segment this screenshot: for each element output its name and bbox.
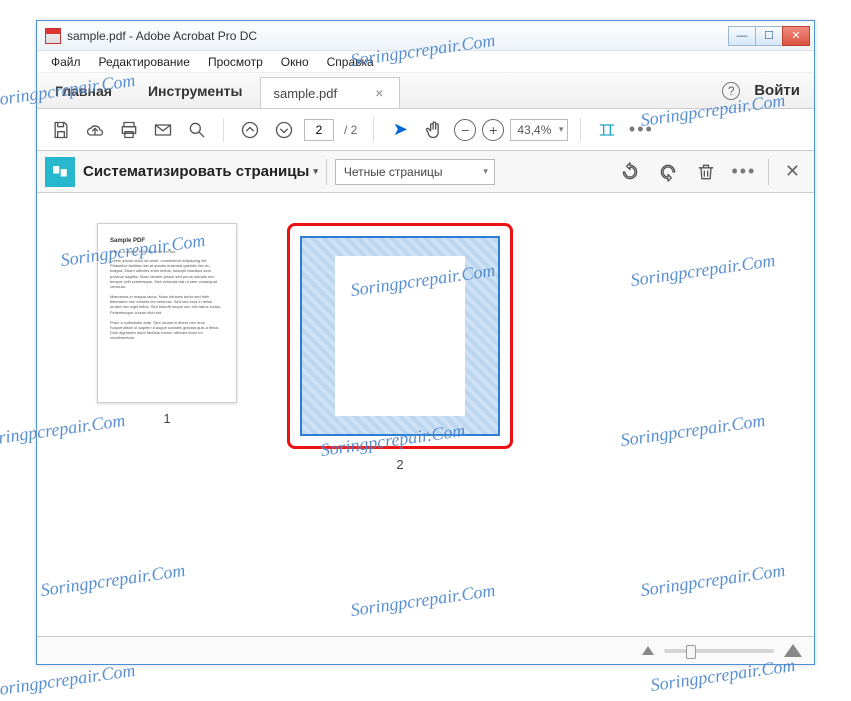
- pages-panel: Sample PDF This is a simple PDF file. Fu…: [37, 193, 814, 636]
- tab-document[interactable]: sample.pdf ×: [260, 77, 400, 108]
- page-thumbnail-1[interactable]: Sample PDF This is a simple PDF file. Fu…: [97, 223, 237, 426]
- rotate-ccw-icon[interactable]: [616, 158, 644, 186]
- menu-window[interactable]: Окно: [273, 53, 317, 71]
- organize-pages-icon: [45, 157, 75, 187]
- menu-view[interactable]: Просмотр: [200, 53, 271, 71]
- page-up-icon[interactable]: [236, 116, 264, 144]
- organize-toolbar: Систематизировать страницы Четные страни…: [37, 151, 814, 193]
- more-icon[interactable]: •••: [627, 116, 655, 144]
- app-icon: [45, 28, 61, 44]
- rotate-cw-icon[interactable]: [654, 158, 682, 186]
- page-number-1: 1: [163, 411, 170, 426]
- close-button[interactable]: ✕: [782, 26, 810, 46]
- window-title: sample.pdf - Adobe Acrobat Pro DC: [67, 29, 257, 43]
- watermark: Soringpcrepair.Com: [0, 660, 137, 701]
- search-icon[interactable]: [183, 116, 211, 144]
- thumb1-heading: Sample PDF: [110, 238, 224, 246]
- fit-width-icon[interactable]: [593, 116, 621, 144]
- tab-home[interactable]: Главная: [37, 73, 130, 108]
- highlight-annotation: [287, 223, 513, 449]
- delete-icon[interactable]: [692, 158, 720, 186]
- minimize-button[interactable]: —: [728, 26, 756, 46]
- zoom-out-icon[interactable]: −: [454, 119, 476, 141]
- application-window: sample.pdf - Adobe Acrobat Pro DC — ☐ ✕ …: [36, 20, 815, 665]
- cloud-icon[interactable]: [81, 116, 109, 144]
- zoom-large-icon[interactable]: [784, 644, 802, 657]
- page-thumbnail-2[interactable]: [300, 236, 500, 436]
- select-tool-icon[interactable]: ➤: [386, 116, 414, 144]
- save-icon[interactable]: [47, 116, 75, 144]
- zoom-slider[interactable]: [664, 649, 774, 653]
- titlebar: sample.pdf - Adobe Acrobat Pro DC — ☐ ✕: [37, 21, 814, 51]
- zoom-in-icon[interactable]: +: [482, 119, 504, 141]
- zoom-select[interactable]: 43,4%: [510, 119, 568, 141]
- tab-close-icon[interactable]: ×: [371, 85, 387, 101]
- print-icon[interactable]: [115, 116, 143, 144]
- tab-row: Главная Инструменты sample.pdf × ? Войти: [37, 73, 814, 109]
- menubar: Файл Редактирование Просмотр Окно Справк…: [37, 51, 814, 73]
- maximize-button[interactable]: ☐: [755, 26, 783, 46]
- mail-icon[interactable]: [149, 116, 177, 144]
- page-number-input[interactable]: [304, 119, 334, 141]
- login-button[interactable]: Войти: [754, 82, 800, 99]
- menu-file[interactable]: Файл: [43, 53, 89, 71]
- main-toolbar: / 2 ➤ − + 43,4% •••: [37, 109, 814, 151]
- tab-document-label: sample.pdf: [273, 86, 337, 101]
- statusbar: [37, 636, 814, 664]
- more-options-icon[interactable]: •••: [730, 158, 758, 186]
- menu-help[interactable]: Справка: [319, 53, 382, 71]
- help-icon[interactable]: ?: [722, 82, 740, 100]
- close-panel-icon[interactable]: ✕: [779, 161, 806, 182]
- page-down-icon[interactable]: [270, 116, 298, 144]
- page-filter-select[interactable]: Четные страницы: [335, 159, 495, 185]
- page-total-label: / 2: [340, 123, 361, 137]
- menu-edit[interactable]: Редактирование: [91, 53, 198, 71]
- organize-title-dropdown[interactable]: Систематизировать страницы: [83, 163, 318, 180]
- page-number-2: 2: [396, 457, 403, 472]
- zoom-small-icon[interactable]: [642, 646, 654, 655]
- hand-tool-icon[interactable]: [420, 116, 448, 144]
- tab-tools[interactable]: Инструменты: [130, 73, 261, 108]
- thumb1-sub: This is a simple PDF file. Fun fun fun.: [110, 249, 224, 254]
